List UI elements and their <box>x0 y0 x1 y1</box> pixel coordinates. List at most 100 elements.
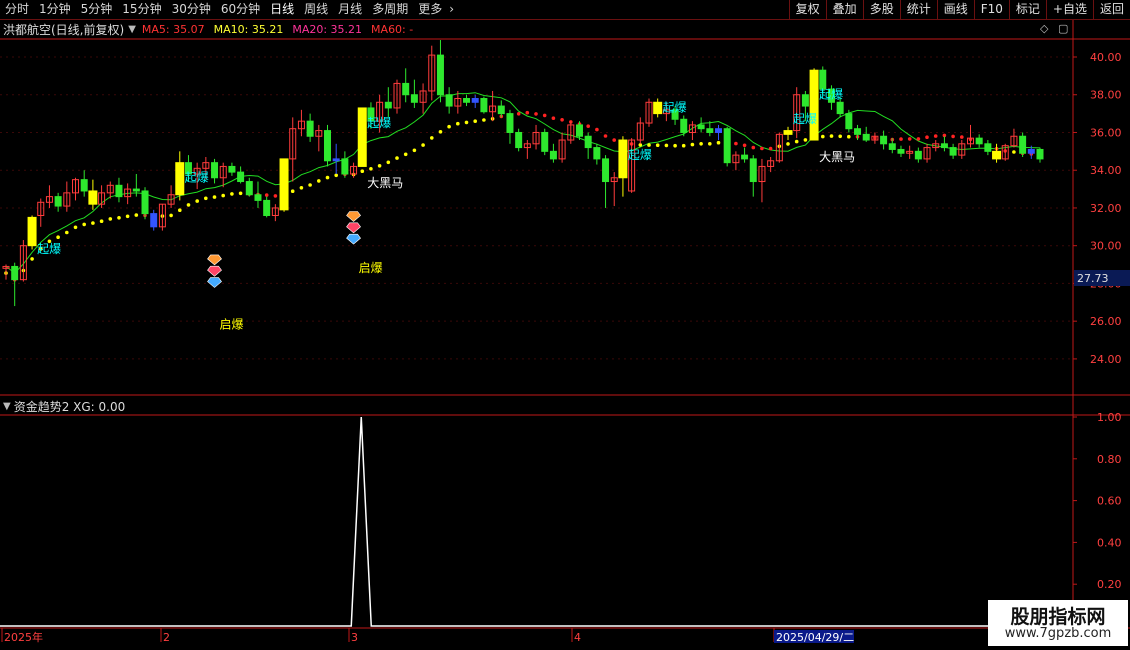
ma20-dot <box>612 138 616 142</box>
period-tab-3[interactable]: 15分钟 <box>117 0 166 19</box>
ma20-dot <box>1003 149 1007 153</box>
period-tab-10[interactable]: 更多 <box>413 0 447 19</box>
candle-body <box>289 128 297 160</box>
ma20-dot <box>569 120 573 124</box>
chevron-right-icon[interactable]: › <box>447 0 456 19</box>
candle-body <box>532 131 540 145</box>
ma20-dot <box>99 219 104 223</box>
period-tab-1[interactable]: 1分钟 <box>34 0 76 19</box>
candle-body <box>158 203 166 228</box>
ma20-dot <box>525 110 530 115</box>
toolbar-button-0[interactable]: 复权 <box>788 0 826 19</box>
ma-legend: MA5: 35.07 MA10: 35.21 MA20: 35.21 MA60: - <box>142 22 422 36</box>
chevron-down-icon[interactable]: ▼ <box>128 24 136 35</box>
ma20-dot <box>725 141 729 145</box>
ma20-dot <box>777 144 782 149</box>
period-tab-8[interactable]: 月线 <box>333 0 367 19</box>
ma20-dot <box>490 117 495 121</box>
ma20-dot <box>47 239 52 244</box>
ma20-dot <box>160 214 165 218</box>
toolbar-button-6[interactable]: 标记 <box>1008 0 1046 19</box>
period-tab-6[interactable]: 日线 <box>265 0 299 19</box>
ma20-dot <box>577 122 582 126</box>
candle-body <box>758 165 766 183</box>
period-tab-5[interactable]: 60分钟 <box>216 0 265 19</box>
ma20-dot <box>751 145 756 150</box>
ma20-dot <box>308 183 312 187</box>
candle-body <box>1001 145 1009 160</box>
candle-body <box>801 94 809 107</box>
candles <box>2 40 1044 307</box>
ma20-dot <box>847 134 851 139</box>
ma20-dot <box>986 143 990 147</box>
ma20-dot <box>768 146 773 151</box>
ma20-dot <box>933 134 938 138</box>
diamond-icon <box>207 254 222 266</box>
ma20-dot <box>881 136 886 141</box>
signal-label-4: 起爆 <box>663 101 687 115</box>
candle-body <box>558 139 566 160</box>
stock-title[interactable]: 洪都航空(日线,前复权) <box>0 21 124 38</box>
candle-body <box>80 179 88 192</box>
ma20-dot <box>925 135 929 139</box>
candle-body <box>715 128 723 133</box>
candle-body <box>297 120 305 130</box>
window-icon[interactable]: ▢ <box>1058 22 1068 35</box>
toolbar-button-3[interactable]: 统计 <box>899 0 937 19</box>
toolbar-button-7[interactable]: +自选 <box>1045 0 1093 19</box>
candle-body <box>237 171 245 183</box>
candle-body <box>862 133 870 141</box>
candle-body <box>645 101 653 124</box>
candle-body <box>367 107 375 122</box>
x-label-3: 4 <box>574 631 581 644</box>
ma20-dot <box>516 112 521 116</box>
ma20-dot <box>794 139 799 144</box>
period-tab-0[interactable]: 分时 <box>0 0 34 19</box>
period-tab-4[interactable]: 30分钟 <box>167 0 216 19</box>
ind-tick-label-4: 1.00 <box>1097 411 1122 424</box>
signal-label-0: 起爆 <box>37 242 61 256</box>
candle-body <box>836 101 844 115</box>
candle-body <box>332 158 340 162</box>
candle-body <box>827 88 835 103</box>
candle-body <box>880 135 888 145</box>
toolbar-button-5[interactable]: F10 <box>973 0 1009 19</box>
chevron-down-icon[interactable]: ▼ <box>3 401 11 412</box>
ind-tick-label-1: 0.40 <box>1097 536 1122 549</box>
toolbar-button-4[interactable]: 画线 <box>936 0 974 19</box>
ma20-dot <box>1020 151 1025 155</box>
x-label-4: 2025/04/29/二 <box>776 631 854 644</box>
candle-body <box>357 107 367 167</box>
indicator-header: ▼ 资金趋势2 XG: 0.00 <box>0 397 125 415</box>
candle-body <box>45 196 53 203</box>
ma20-dot <box>499 114 504 119</box>
candle-body <box>323 130 331 162</box>
period-tab-9[interactable]: 多周期 <box>367 0 413 19</box>
candle-body <box>723 128 731 164</box>
toolbar: 分时 1分钟 5分钟 15分钟 30分钟 60分钟 日线 周线 月线 多周期 更多 › 复权 叠加 多股统… <box>0 0 1130 20</box>
ma20-dot <box>230 192 234 196</box>
toolbar-button-8[interactable]: 返回 <box>1092 0 1130 19</box>
diamond-icon[interactable]: ◇ <box>1040 22 1048 35</box>
period-tab-2[interactable]: 5分钟 <box>76 0 118 19</box>
candle-body <box>497 105 505 115</box>
price-chart[interactable]: 起爆起爆起爆起爆起爆起爆起爆大黑马大黑马启爆启爆 24.0026.0028.00… <box>0 0 1130 650</box>
candle-body <box>1027 148 1035 154</box>
toolbar-button-2[interactable]: 多股 <box>862 0 900 19</box>
candle-body <box>914 150 922 160</box>
ma20-dot <box>560 118 564 122</box>
candle-body <box>741 154 749 160</box>
ma20-dot <box>482 118 486 122</box>
candle-body <box>940 143 948 149</box>
ma20-dot <box>212 195 217 199</box>
ma-label-3: MA60: - <box>371 23 414 36</box>
ma-label-0: MA5: 35.07 <box>141 23 205 36</box>
ma20-dot <box>91 221 95 225</box>
candle-body <box>706 128 714 133</box>
toolbar-button-1[interactable]: 叠加 <box>825 0 863 19</box>
candle-body <box>819 69 827 90</box>
ma20-dot <box>65 230 69 235</box>
ma20-dot <box>534 112 538 116</box>
period-tab-7[interactable]: 周线 <box>299 0 333 19</box>
ma20-dot <box>438 130 443 134</box>
